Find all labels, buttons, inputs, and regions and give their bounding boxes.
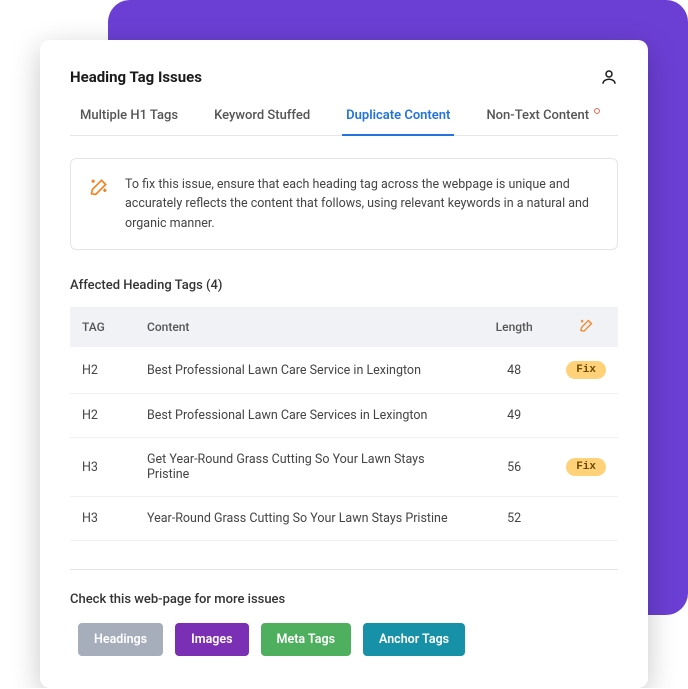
tabs-bar: Multiple H1 Tags Keyword Stuffed Duplicate… <box>70 108 618 136</box>
chip-headings[interactable]: Headings <box>78 623 163 656</box>
cell-fix <box>554 394 618 438</box>
more-issues-title: Check this web-page for more issues <box>70 592 618 607</box>
fix-button[interactable]: Fix <box>566 361 606 379</box>
alert-badge-icon <box>594 103 600 109</box>
divider <box>70 569 618 570</box>
affected-table: TAG Content Length H2Best Professional L… <box>70 307 618 541</box>
chips-row: Headings Images Meta Tags Anchor Tags <box>70 623 618 656</box>
cell-length: 48 <box>474 347 554 394</box>
table-row: H3Get Year-Round Grass Cutting So Your L… <box>70 438 618 497</box>
magic-wand-icon <box>89 177 109 197</box>
card-header: Heading Tag Issues <box>70 68 618 86</box>
tab-keyword-stuffed[interactable]: Keyword Stuffed <box>214 108 310 135</box>
cell-length: 49 <box>474 394 554 438</box>
cell-length: 56 <box>474 438 554 497</box>
table-row: H2Best Professional Lawn Care Service in… <box>70 347 618 394</box>
table-row: H2Best Professional Lawn Care Services i… <box>70 394 618 438</box>
tab-non-text-content[interactable]: Non-Text Content <box>486 108 589 135</box>
cell-tag: H3 <box>70 497 135 541</box>
tab-label: Duplicate Content <box>346 108 450 123</box>
cell-content: Best Professional Lawn Care Service in L… <box>135 347 474 394</box>
fix-button[interactable]: Fix <box>566 458 606 476</box>
issues-card: Heading Tag Issues Multiple H1 Tags Keywo… <box>40 40 648 688</box>
cell-fix: Fix <box>554 347 618 394</box>
table-row: H3Year-Round Grass Cutting So Your Lawn … <box>70 497 618 541</box>
cell-content: Best Professional Lawn Care Services in … <box>135 394 474 438</box>
table-header-row: TAG Content Length <box>70 307 618 347</box>
magic-wand-icon <box>579 318 594 333</box>
affected-title: Affected Heading Tags (4) <box>70 278 618 293</box>
col-content: Content <box>135 307 474 347</box>
cell-content: Year-Round Grass Cutting So Your Lawn St… <box>135 497 474 541</box>
col-length: Length <box>474 307 554 347</box>
cell-content: Get Year-Round Grass Cutting So Your Law… <box>135 438 474 497</box>
tip-box: To fix this issue, ensure that each head… <box>70 158 618 250</box>
tab-duplicate-content[interactable]: Duplicate Content <box>346 108 450 135</box>
tab-multiple-h1-tags[interactable]: Multiple H1 Tags <box>80 108 178 135</box>
cell-tag: H2 <box>70 347 135 394</box>
chip-images[interactable]: Images <box>175 623 248 656</box>
tab-label: Keyword Stuffed <box>214 108 310 123</box>
col-fix <box>554 307 618 347</box>
user-icon[interactable] <box>600 68 618 86</box>
cell-tag: H2 <box>70 394 135 438</box>
cell-length: 52 <box>474 497 554 541</box>
chip-anchor-tags[interactable]: Anchor Tags <box>363 623 465 656</box>
col-tag: TAG <box>70 307 135 347</box>
page-title: Heading Tag Issues <box>70 68 202 86</box>
cell-fix <box>554 497 618 541</box>
tip-text: To fix this issue, ensure that each head… <box>125 175 599 233</box>
chip-meta-tags[interactable]: Meta Tags <box>261 623 351 656</box>
tab-label: Multiple H1 Tags <box>80 108 178 123</box>
cell-fix: Fix <box>554 438 618 497</box>
tab-label: Non-Text Content <box>486 108 589 123</box>
cell-tag: H3 <box>70 438 135 497</box>
